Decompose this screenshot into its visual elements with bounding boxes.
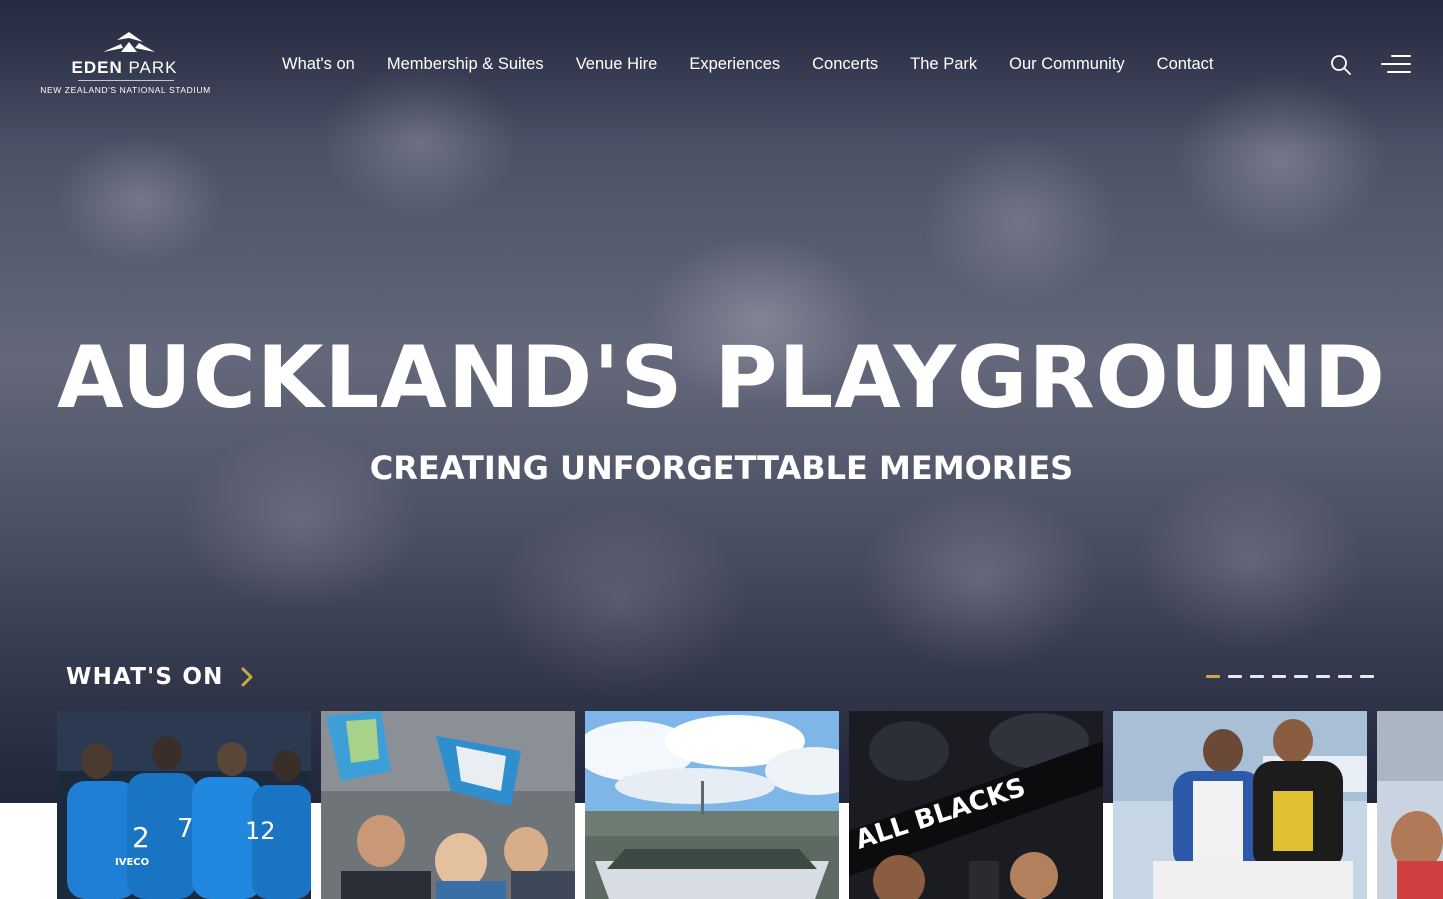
rugby-tackle-image (1113, 711, 1367, 899)
jersey-number: 12 (245, 817, 276, 845)
partial-event-image (1377, 711, 1443, 899)
carousel-dot-8[interactable] (1360, 675, 1374, 678)
stadium-aerial-card[interactable] (585, 711, 839, 899)
logo-tagline: NEW ZEALAND'S NATIONAL STADIUM (40, 85, 211, 95)
whats-on-link[interactable]: WHAT'S ON (66, 660, 254, 694)
logo-divider (78, 80, 174, 81)
rugby-tackle-card[interactable] (1113, 711, 1367, 899)
nav-item-contact[interactable]: Contact (1157, 52, 1214, 76)
chevron-right-icon (241, 667, 253, 687)
carousel-dot-5[interactable] (1294, 675, 1308, 678)
jersey-number: 7 (177, 814, 194, 844)
carousel-dot-3[interactable] (1250, 675, 1264, 678)
hero-subheadline: CREATING UNFORGETTABLE MEMORIES (369, 449, 1074, 487)
nav-item-the-park[interactable]: The Park (910, 52, 977, 76)
nav-item-whats-on[interactable]: What's on (282, 52, 355, 76)
whats-on-label: WHAT'S ON (66, 664, 224, 690)
partial-card[interactable] (1377, 711, 1443, 899)
blues-team-huddle-card[interactable]: 2 7 12 IVECO (57, 711, 311, 899)
hero-headline: AUCKLAND'S PLAYGROUND (57, 328, 1386, 428)
carousel-dot-1[interactable] (1206, 675, 1220, 678)
stadium-aerial-image (585, 711, 839, 899)
nav-item-membership-suites[interactable]: Membership & Suites (387, 52, 544, 76)
nav-item-experiences[interactable]: Experiences (689, 52, 780, 76)
carousel-dot-2[interactable] (1228, 675, 1242, 678)
jersey-number: 2 (132, 821, 150, 854)
search-icon[interactable] (1330, 54, 1352, 76)
carousel-dot-7[interactable] (1338, 675, 1352, 678)
fans-with-flags-card[interactable] (321, 711, 575, 899)
all-blacks-fans-card[interactable]: ALL BLACKS (849, 711, 1103, 899)
eden-park-logo[interactable]: EDEN PARK NEW ZEALAND'S NATIONAL STADIUM (33, 28, 218, 98)
team-huddle-image: 2 7 12 IVECO (57, 711, 311, 899)
logo-wordmark: EDEN PARK (71, 58, 178, 77)
event-cards-row: 2 7 12 IVECO ALL BLACKS (57, 711, 1443, 899)
carousel-dot-6[interactable] (1316, 675, 1330, 678)
carousel-dot-4[interactable] (1272, 675, 1286, 678)
hamburger-menu-icon[interactable] (1381, 54, 1411, 74)
sponsor-text: IVECO (115, 857, 149, 868)
nav-item-venue-hire[interactable]: Venue Hire (576, 52, 658, 76)
logo-mark-icon (103, 32, 155, 52)
nav-item-our-community[interactable]: Our Community (1009, 52, 1125, 76)
all-blacks-fans-image: ALL BLACKS (849, 711, 1103, 899)
nav-item-concerts[interactable]: Concerts (812, 52, 878, 76)
main-nav: What's on Membership & Suites Venue Hire… (282, 52, 1214, 76)
fans-flags-image (321, 711, 575, 899)
carousel-pagination (1206, 675, 1374, 678)
